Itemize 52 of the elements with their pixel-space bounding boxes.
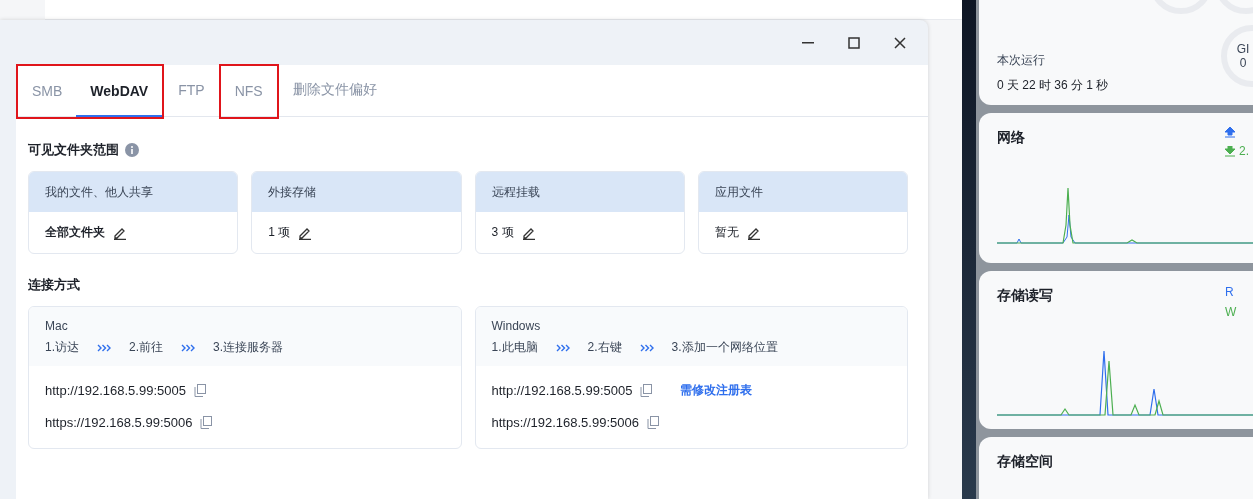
card-header: 应用文件 <box>714 183 763 201</box>
uptime-label: 本次运行 <box>997 52 1045 69</box>
download-icon <box>1225 145 1235 157</box>
url-text: https://192.168.5.99:5006 <box>45 414 193 430</box>
copy-icon[interactable] <box>646 415 659 429</box>
step-label: 1.访达 <box>45 339 79 356</box>
card-title: 网络 <box>997 129 1025 147</box>
download-reading: 2. <box>1239 144 1249 158</box>
chevrons-icon <box>639 343 654 352</box>
card-title: 存储读写 <box>997 287 1053 305</box>
url-text: https://192.168.5.99:5006 <box>491 414 639 430</box>
tab[interactable]: WebDAV <box>76 66 163 117</box>
section-title: 可见文件夹范围 <box>28 141 119 159</box>
card-header: 远程挂载 <box>491 183 540 201</box>
card-title: 存储空间 <box>997 453 1053 471</box>
url-text: http://192.168.5.99:5005 <box>491 382 633 398</box>
step-label: 1.此电脑 <box>491 339 538 356</box>
card-value: 1 项 <box>268 224 291 241</box>
card-value: 3 项 <box>491 224 514 241</box>
copy-icon[interactable] <box>193 383 206 397</box>
gauge-value: 0 <box>1239 56 1247 70</box>
chevrons-icon <box>555 343 570 352</box>
step-label: 2.右键 <box>587 339 622 356</box>
info-icon[interactable] <box>125 143 139 157</box>
card-value: 全部文件夹 <box>45 224 105 241</box>
tab[interactable]: FTP <box>164 65 219 116</box>
platform-name: Windows <box>491 319 542 333</box>
uptime-value: 0 天 22 时 36 分 1 秒 <box>997 77 1109 94</box>
card-value: 暂无 <box>714 224 739 241</box>
step-label: 3.添加一个网络位置 <box>671 339 778 356</box>
minimize-icon <box>802 41 814 44</box>
maximize-icon <box>848 36 860 49</box>
step-label: 2.前往 <box>129 339 164 356</box>
chevrons-icon <box>181 343 196 352</box>
registry-link[interactable]: 需修改注册表 <box>680 381 753 399</box>
upload-icon <box>1225 127 1235 138</box>
gauge-label: GI <box>1236 42 1250 56</box>
copy-icon[interactable] <box>200 415 213 429</box>
step-label: 3.连接服务器 <box>213 339 284 356</box>
copy-icon[interactable] <box>640 383 653 397</box>
tab[interactable]: SMB <box>18 66 77 117</box>
card-header: 外接存储 <box>268 183 317 201</box>
url-text: http://192.168.5.99:5005 <box>45 382 186 398</box>
read-legend: R <box>1225 285 1234 299</box>
tab[interactable]: NFS <box>220 66 277 117</box>
write-legend: W <box>1225 305 1237 319</box>
chevrons-icon <box>97 343 111 352</box>
section-title: 连接方式 <box>28 276 80 294</box>
platform-name: Mac <box>45 319 69 333</box>
close-icon <box>894 36 906 49</box>
tab[interactable]: 删除文件偏好 <box>278 65 391 116</box>
card-header: 我的文件、他人共享 <box>45 183 153 201</box>
